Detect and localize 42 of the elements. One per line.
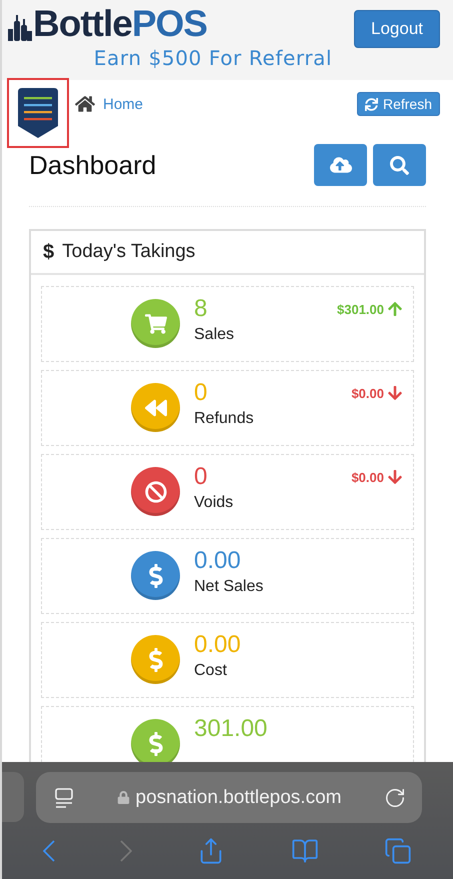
referral-promo: Earn $500 For Referral bbox=[94, 46, 332, 70]
home-link[interactable]: Home bbox=[75, 94, 144, 114]
trend-amount: $301.00 bbox=[337, 302, 384, 316]
tabs-button[interactable] bbox=[384, 837, 412, 865]
logout-button[interactable]: Logout bbox=[354, 10, 440, 48]
reader-icon bbox=[54, 786, 74, 808]
stat-value: 0.00 bbox=[194, 547, 242, 575]
stat-label: Net Sales bbox=[194, 578, 264, 596]
home-icon bbox=[75, 94, 95, 114]
panel-title: Today's Takings bbox=[62, 241, 196, 263]
ban-icon bbox=[144, 480, 166, 502]
stat-value: 0 bbox=[194, 463, 208, 491]
menu-button[interactable] bbox=[7, 78, 69, 148]
refresh-button[interactable]: Refresh bbox=[356, 92, 440, 116]
stat-label: Refunds bbox=[194, 410, 254, 428]
forward-icon bbox=[120, 840, 132, 862]
url-text: posnation.bottlepos.com bbox=[116, 786, 342, 808]
menu-icon bbox=[18, 88, 58, 138]
stat-value: 8 bbox=[194, 295, 208, 323]
trend-amount: $0.00 bbox=[351, 386, 384, 400]
address-bar[interactable]: posnation.bottlepos.com bbox=[36, 772, 422, 823]
panel-icon: $ bbox=[43, 240, 54, 264]
stat-value: 0.00 bbox=[194, 631, 241, 659]
stat-label: Cost bbox=[194, 662, 228, 680]
bookmarks-button[interactable] bbox=[290, 837, 319, 865]
search-button[interactable] bbox=[373, 144, 426, 186]
logo-text: BottlePOS bbox=[33, 4, 207, 44]
page-title: Dashboard bbox=[29, 150, 156, 180]
book-icon bbox=[290, 837, 319, 865]
cart-icon bbox=[144, 312, 166, 334]
tabs-icon bbox=[384, 837, 412, 865]
trend-amount: $0.00 bbox=[351, 470, 384, 484]
search-icon bbox=[390, 156, 409, 174]
upload-button[interactable] bbox=[314, 144, 367, 186]
stat-value: 301.00 bbox=[194, 715, 268, 743]
back-icon bbox=[42, 840, 55, 862]
stat-label: Sales bbox=[194, 326, 234, 344]
stat-label: Voids bbox=[194, 494, 234, 512]
reload-icon[interactable] bbox=[384, 786, 406, 808]
stat-value: 0 bbox=[194, 379, 208, 407]
refresh-icon bbox=[364, 98, 378, 110]
lock-icon bbox=[116, 791, 130, 804]
